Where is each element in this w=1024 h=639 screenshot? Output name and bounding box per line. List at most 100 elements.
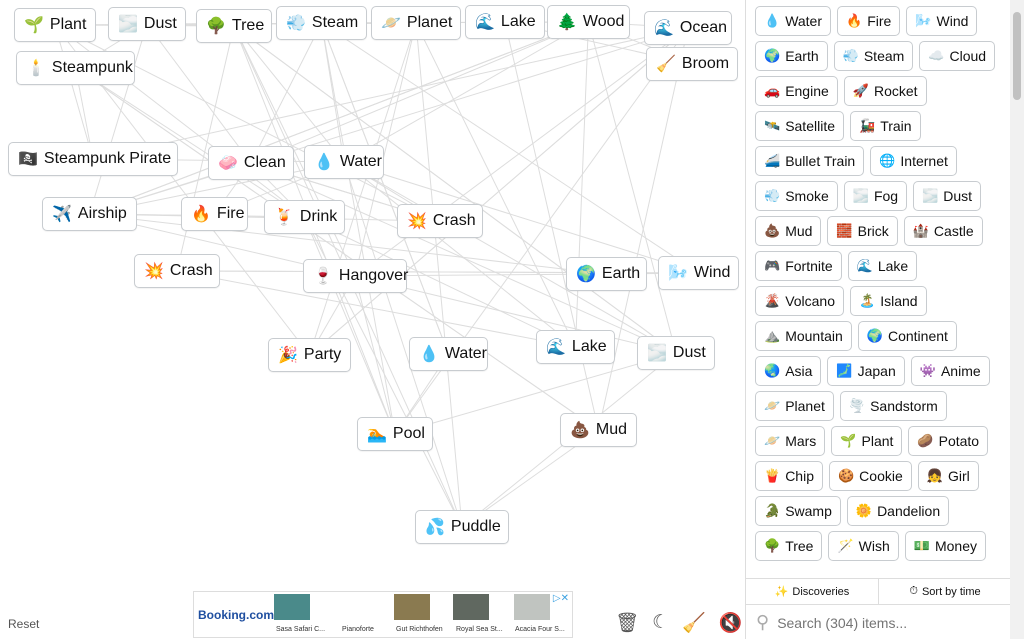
tab-sort-by-time[interactable]: ⏱ Sort by time bbox=[878, 579, 1011, 604]
canvas-item[interactable]: 🌍 Earth bbox=[566, 257, 647, 291]
connection-lines bbox=[54, 21, 699, 528]
ad-caption[interactable]: Royal Sea St... bbox=[456, 626, 503, 633]
sidebar-item[interactable]: 🌼 Dandelion bbox=[846, 496, 950, 526]
scrollbar-thumb[interactable] bbox=[1013, 12, 1021, 100]
item-icon: 🗾 bbox=[836, 363, 853, 378]
canvas-item[interactable]: 🌲 Wood bbox=[547, 5, 630, 39]
canvas-item[interactable]: 🌫️ Dust bbox=[637, 336, 715, 370]
canvas-item[interactable]: 🔥 Fire bbox=[181, 197, 248, 231]
trash-icon[interactable]: 🗑 bbox=[615, 611, 639, 635]
canvas-item[interactable]: 💩 Mud bbox=[560, 413, 637, 447]
item-label: Cookie bbox=[859, 468, 903, 484]
sidebar-item[interactable]: 🌪️ Sandstorm bbox=[839, 391, 947, 421]
canvas-item[interactable]: ✈️ Airship bbox=[42, 197, 137, 231]
canvas-item[interactable]: 💦 Puddle bbox=[415, 510, 509, 544]
search-input[interactable] bbox=[777, 614, 978, 631]
sidebar-item[interactable]: 🌫️ Fog bbox=[843, 181, 908, 211]
sidebar-item[interactable]: 💧 Water bbox=[755, 6, 832, 36]
ad-image[interactable] bbox=[453, 594, 489, 620]
sound-mute-icon[interactable]: 🔇 bbox=[719, 611, 743, 635]
item-label: Steampunk bbox=[51, 59, 133, 76]
ad-caption[interactable]: Pianoforte bbox=[342, 626, 374, 633]
canvas-item[interactable]: 💧 Water bbox=[409, 337, 488, 371]
sidebar-item[interactable]: 👧 Girl bbox=[917, 461, 979, 491]
sidebar-item[interactable]: ⛰️ Mountain bbox=[755, 321, 852, 351]
ad-caption[interactable]: Sasa Safari C... bbox=[276, 626, 325, 633]
sidebar-item[interactable]: 🌬️ Wind bbox=[906, 6, 978, 36]
sidebar-item[interactable]: 💨 Smoke bbox=[755, 181, 838, 211]
canvas-item[interactable]: 🌫️ Dust bbox=[108, 7, 186, 41]
sidebar-item[interactable]: 🌳 Tree bbox=[755, 531, 823, 561]
sidebar-item[interactable]: 🌍 Continent bbox=[857, 321, 957, 351]
sidebar-item[interactable]: 🪐 Planet bbox=[755, 391, 834, 421]
reset-button[interactable]: Reset bbox=[8, 617, 39, 631]
canvas-item[interactable]: 💧 Water bbox=[304, 145, 384, 179]
item-label: Dust bbox=[143, 15, 177, 32]
ad-image[interactable] bbox=[394, 594, 430, 620]
canvas-item[interactable]: 🌊 Lake bbox=[536, 330, 615, 364]
item-label: Wish bbox=[858, 538, 890, 554]
broom-clear-icon[interactable]: 🧹 bbox=[682, 611, 706, 635]
canvas-item[interactable]: 🕯️ Steampunk bbox=[16, 51, 135, 85]
canvas-item[interactable]: 🏊 Pool bbox=[357, 417, 433, 451]
canvas-item[interactable]: 💨 Steam bbox=[276, 6, 367, 40]
canvas-item[interactable]: 🧹 Broom bbox=[646, 47, 738, 81]
dark-mode-moon-icon[interactable]: ☾ bbox=[652, 611, 669, 635]
canvas-item[interactable]: 🌳 Tree bbox=[196, 9, 272, 43]
tab-discoveries[interactable]: ✨ Discoveries bbox=[746, 579, 878, 604]
sidebar-item[interactable]: 🚗 Engine bbox=[755, 76, 838, 106]
sidebar-item[interactable]: 💩 Mud bbox=[755, 216, 822, 246]
canvas-item[interactable]: 🌱 Plant bbox=[14, 8, 96, 42]
sidebar-item[interactable]: 🌫️ Dust bbox=[913, 181, 982, 211]
canvas-item[interactable]: 🌊 Ocean bbox=[644, 11, 732, 45]
sidebar-item[interactable]: 🌋 Volcano bbox=[755, 286, 845, 316]
sidebar-item[interactable]: 🛰️ Satellite bbox=[755, 111, 844, 141]
canvas-item[interactable]: 💥 Crash bbox=[134, 254, 220, 288]
canvas-item[interactable]: 🌊 Lake bbox=[465, 5, 545, 39]
sidebar-item[interactable]: 🪄 Wish bbox=[828, 531, 899, 561]
sidebar-item[interactable]: 🎮 Fortnite bbox=[755, 251, 842, 281]
canvas-item[interactable]: 🏴‍☠️ Steampunk Pirate bbox=[8, 142, 178, 176]
item-icon: 🎉 bbox=[278, 347, 298, 364]
sidebar-item[interactable]: 🚄 Bullet Train bbox=[755, 146, 865, 176]
sidebar-item[interactable]: 🏰 Castle bbox=[903, 216, 983, 246]
sidebar-item[interactable]: 🧱 Brick bbox=[827, 216, 898, 246]
sidebar-item[interactable]: 🚀 Rocket bbox=[843, 76, 927, 106]
sidebar-item[interactable]: 🍟 Chip bbox=[755, 461, 823, 491]
sidebar-item[interactable]: ☁️ Cloud bbox=[919, 41, 996, 71]
sidebar-item[interactable]: 🪐 Mars bbox=[755, 426, 826, 456]
canvas-item[interactable]: 🎉 Party bbox=[268, 338, 351, 372]
sidebar-item[interactable]: 🥔 Potato bbox=[908, 426, 989, 456]
sidebar-item[interactable]: 👾 Anime bbox=[910, 356, 990, 386]
sidebar-item[interactable]: 🐊 Swamp bbox=[755, 496, 841, 526]
canvas-item[interactable]: 🍷 Hangover bbox=[303, 259, 408, 293]
sidebar-item[interactable]: 🔥 Fire bbox=[837, 6, 901, 36]
sidebar-item[interactable]: 🌱 Plant bbox=[831, 426, 903, 456]
ad-close-icon[interactable]: ▷✕ bbox=[553, 593, 569, 604]
canvas-item[interactable]: 🌬️ Wind bbox=[658, 256, 739, 290]
canvas-item[interactable]: 🧼 Clean bbox=[208, 146, 294, 180]
crafting-canvas[interactable]: 🌱 Plant 🌫️ Dust 🌳 Tree 💨 Steam 🪐 Planet 🌊 Lake 🌲 Wood… bbox=[0, 0, 745, 639]
item-label: Sandstorm bbox=[870, 398, 938, 414]
sidebar-item[interactable]: 🗾 Japan bbox=[827, 356, 905, 386]
ad-caption[interactable]: Gut Richthofen bbox=[396, 626, 443, 633]
sidebar-item[interactable]: 🌏 Asia bbox=[755, 356, 822, 386]
sidebar-item[interactable]: 🌍 Earth bbox=[755, 41, 828, 71]
sidebar-item[interactable]: 🌊 Lake bbox=[847, 251, 918, 281]
ad-image[interactable] bbox=[274, 594, 310, 620]
scrollbar[interactable] bbox=[1010, 0, 1024, 639]
sidebar-item[interactable]: 💨 Steam bbox=[833, 41, 914, 71]
sidebar-item[interactable]: 💵 Money bbox=[904, 531, 986, 561]
canvas-item[interactable]: 💥 Crash bbox=[397, 204, 483, 238]
sidebar-item[interactable]: 🏝️ Island bbox=[850, 286, 927, 316]
canvas-item[interactable]: 🪐 Planet bbox=[371, 6, 461, 40]
ad-caption[interactable]: Acacia Four S... bbox=[515, 626, 565, 633]
tab-label: Sort by time bbox=[921, 585, 981, 598]
sidebar-item[interactable]: 🚂 Train bbox=[850, 111, 921, 141]
canvas-item[interactable]: 🍹 Drink bbox=[264, 200, 345, 234]
sidebar-item[interactable]: 🍪 Cookie bbox=[828, 461, 912, 491]
sidebar-item[interactable]: 🌐 Internet bbox=[870, 146, 957, 176]
advertisement[interactable]: Booking.com Sasa Safari C... Pianoforte … bbox=[193, 591, 573, 638]
item-icon: 🚗 bbox=[764, 83, 781, 98]
ad-image[interactable] bbox=[514, 594, 550, 620]
